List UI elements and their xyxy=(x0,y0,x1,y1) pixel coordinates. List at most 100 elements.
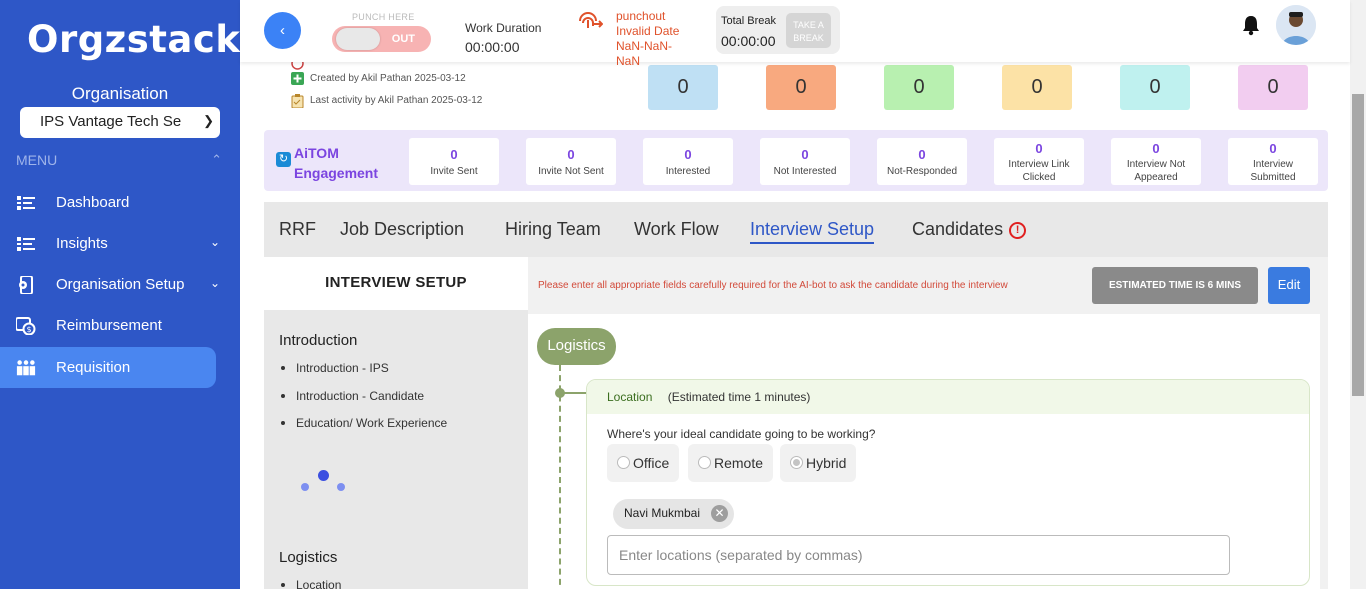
interview-sections-panel: INTERVIEW SETUP Introduction Introductio… xyxy=(264,257,528,589)
chip-label: Navi Mukmbai xyxy=(624,506,701,520)
radio-checked-icon xyxy=(790,456,803,469)
section-item[interactable]: Location xyxy=(280,578,341,589)
dashboard-icon xyxy=(16,193,36,213)
sidebar-item-insights[interactable]: Insights ⌄ xyxy=(0,223,220,264)
section-title: Logistics xyxy=(279,549,338,566)
stat-label-line: Interview xyxy=(1252,159,1293,170)
chevron-down-icon: ⌄ xyxy=(209,235,220,249)
option-office[interactable]: Office xyxy=(607,444,680,482)
stat-interview-link-clicked[interactable]: 0 Interview Link Clicked xyxy=(994,138,1084,185)
stat-label: Interview Not Appeared xyxy=(1111,158,1201,184)
sidebar-item-dashboard[interactable]: Dashboard xyxy=(0,182,216,223)
tab-candidates[interactable]: Candidates! xyxy=(912,219,1027,240)
svg-text:$: $ xyxy=(27,325,32,334)
section-item[interactable]: Introduction - IPS xyxy=(281,361,389,375)
timeline-connector xyxy=(563,392,587,394)
take-break-line: BREAK xyxy=(793,33,824,43)
stat-invite-not-sent[interactable]: 0 Invite Not Sent xyxy=(526,138,616,185)
stat-value: 0 xyxy=(450,147,458,162)
edit-button[interactable]: Edit xyxy=(1268,267,1310,304)
interview-setup-heading: INTERVIEW SETUP xyxy=(264,257,528,310)
clipboard-icon xyxy=(291,94,304,109)
stat-not-responded[interactable]: 0 Not-Responded xyxy=(877,138,967,185)
insights-icon xyxy=(16,234,36,254)
sidebar-item-label: Reimbursement xyxy=(56,317,162,334)
punchout-line: NaN-NaN- xyxy=(616,39,673,53)
count-box: 0 xyxy=(1002,65,1072,110)
toggle-knob xyxy=(336,28,380,50)
scrollbar-thumb[interactable] xyxy=(1352,94,1364,396)
organisation-select[interactable]: IPS Vantage Tech Se ❯ xyxy=(20,107,220,138)
option-hybrid[interactable]: Hybrid xyxy=(780,444,857,482)
sidebar-item-organisation-setup[interactable]: Organisation Setup ⌄ xyxy=(0,264,220,305)
sidebar-item-requisition[interactable]: Requisition xyxy=(0,347,216,388)
radio-icon xyxy=(617,456,630,469)
avatar[interactable] xyxy=(1276,5,1316,45)
punchout-status: punchout Invalid Date NaN-NaN- NaN xyxy=(616,9,679,69)
back-button[interactable]: ‹ xyxy=(264,12,301,49)
loading-dot xyxy=(301,483,309,491)
count-box: 0 xyxy=(1120,65,1190,110)
app-logo: Orgzstack xyxy=(27,18,241,61)
punch-toggle[interactable]: OUT xyxy=(332,26,431,52)
stat-label: Not Interested xyxy=(773,166,837,177)
page-scrollbar[interactable] xyxy=(1350,0,1366,589)
main-content: Created by Akil Pathan 2025-03-12 Last a… xyxy=(240,62,1350,589)
section-title: Introduction xyxy=(279,332,358,349)
stat-interview-not-appeared[interactable]: 0 Interview Not Appeared xyxy=(1111,138,1201,185)
chevron-left-icon: ‹ xyxy=(280,22,285,39)
sidebar-item-label: Dashboard xyxy=(56,194,130,211)
tab-interview-setup[interactable]: Interview Setup xyxy=(750,219,875,244)
chevron-up-icon: ⌃ xyxy=(211,152,222,167)
sidebar-item-reimbursement[interactable]: $ Reimbursement xyxy=(0,305,216,346)
location-question-card: Location (Estimated time 1 minutes) Wher… xyxy=(586,379,1310,586)
take-break-line: TAKE A xyxy=(793,20,824,30)
punch-label: PUNCH HERE xyxy=(352,12,415,22)
tab-work-flow[interactable]: Work Flow xyxy=(634,219,719,240)
question-text: Where's your ideal candidate going to be… xyxy=(607,427,876,441)
interview-editor: Please enter all appropriate fields care… xyxy=(528,257,1328,589)
aitom-engagement: ↻ AiTOM Engagement 0 Invite Sent 0 Invit… xyxy=(264,130,1328,191)
stat-not-interested[interactable]: 0 Not Interested xyxy=(760,138,850,185)
take-break-button[interactable]: TAKE A BREAK xyxy=(786,13,831,48)
loading-dot xyxy=(318,470,329,481)
section-item[interactable]: Introduction - Candidate xyxy=(280,389,424,403)
refresh-icon[interactable]: ↻ xyxy=(276,152,291,167)
requisition-icon xyxy=(16,358,36,378)
reimbursement-icon: $ xyxy=(16,316,36,336)
stat-value: 0 xyxy=(567,147,575,162)
tab-job-description[interactable]: Job Description xyxy=(340,219,464,240)
option-remote[interactable]: Remote xyxy=(688,444,774,482)
stat-invite-sent[interactable]: 0 Invite Sent xyxy=(409,138,499,185)
work-duration-label: Work Duration xyxy=(465,21,542,35)
sidebar-item-label: Requisition xyxy=(56,359,131,376)
menu-label: MENU xyxy=(16,152,58,168)
question-estimated-time: (Estimated time 1 minutes) xyxy=(667,390,811,404)
estimated-time-button[interactable]: ESTIMATED TIME IS 6 MINS xyxy=(1092,267,1258,304)
aitom-title: AiTOM Engagement xyxy=(294,143,378,183)
stat-interested[interactable]: 0 Interested xyxy=(643,138,733,185)
aitom-title-line: Engagement xyxy=(294,165,379,181)
last-activity: Last activity by Akil Pathan 2025-03-12 xyxy=(310,95,483,106)
punchout-line: Invalid Date xyxy=(616,24,680,38)
tab-rrf[interactable]: RRF xyxy=(279,219,316,240)
stat-label: Invite Not Sent xyxy=(538,166,604,177)
plus-icon xyxy=(291,72,304,85)
remove-chip-icon[interactable]: ✕ xyxy=(711,505,729,522)
stat-interview-submitted[interactable]: 0 Interview Submitted xyxy=(1228,138,1318,185)
chevron-down-icon: ❯ xyxy=(199,113,214,129)
org-setup-icon xyxy=(16,275,36,295)
tab-hiring-team[interactable]: Hiring Team xyxy=(505,219,601,240)
punchout-line: punchout xyxy=(616,9,666,23)
stat-label: Invite Sent xyxy=(430,166,478,177)
punchout-line: NaN xyxy=(616,54,641,68)
organisation-select-value: IPS Vantage Tech Se xyxy=(40,113,182,130)
locations-input[interactable]: Enter locations (separated by commas) xyxy=(607,535,1230,575)
count-box: 0 xyxy=(1238,65,1308,110)
section-item[interactable]: Education/ Work Experience xyxy=(280,416,447,430)
stat-label: Interested xyxy=(665,166,711,177)
instruction-note: Please enter all appropriate fields care… xyxy=(538,280,1008,291)
sidebar: Orgzstack Organisation IPS Vantage Tech … xyxy=(0,0,240,589)
bell-icon[interactable] xyxy=(1242,14,1260,36)
menu-header[interactable]: MENU ⌃ xyxy=(16,152,222,168)
